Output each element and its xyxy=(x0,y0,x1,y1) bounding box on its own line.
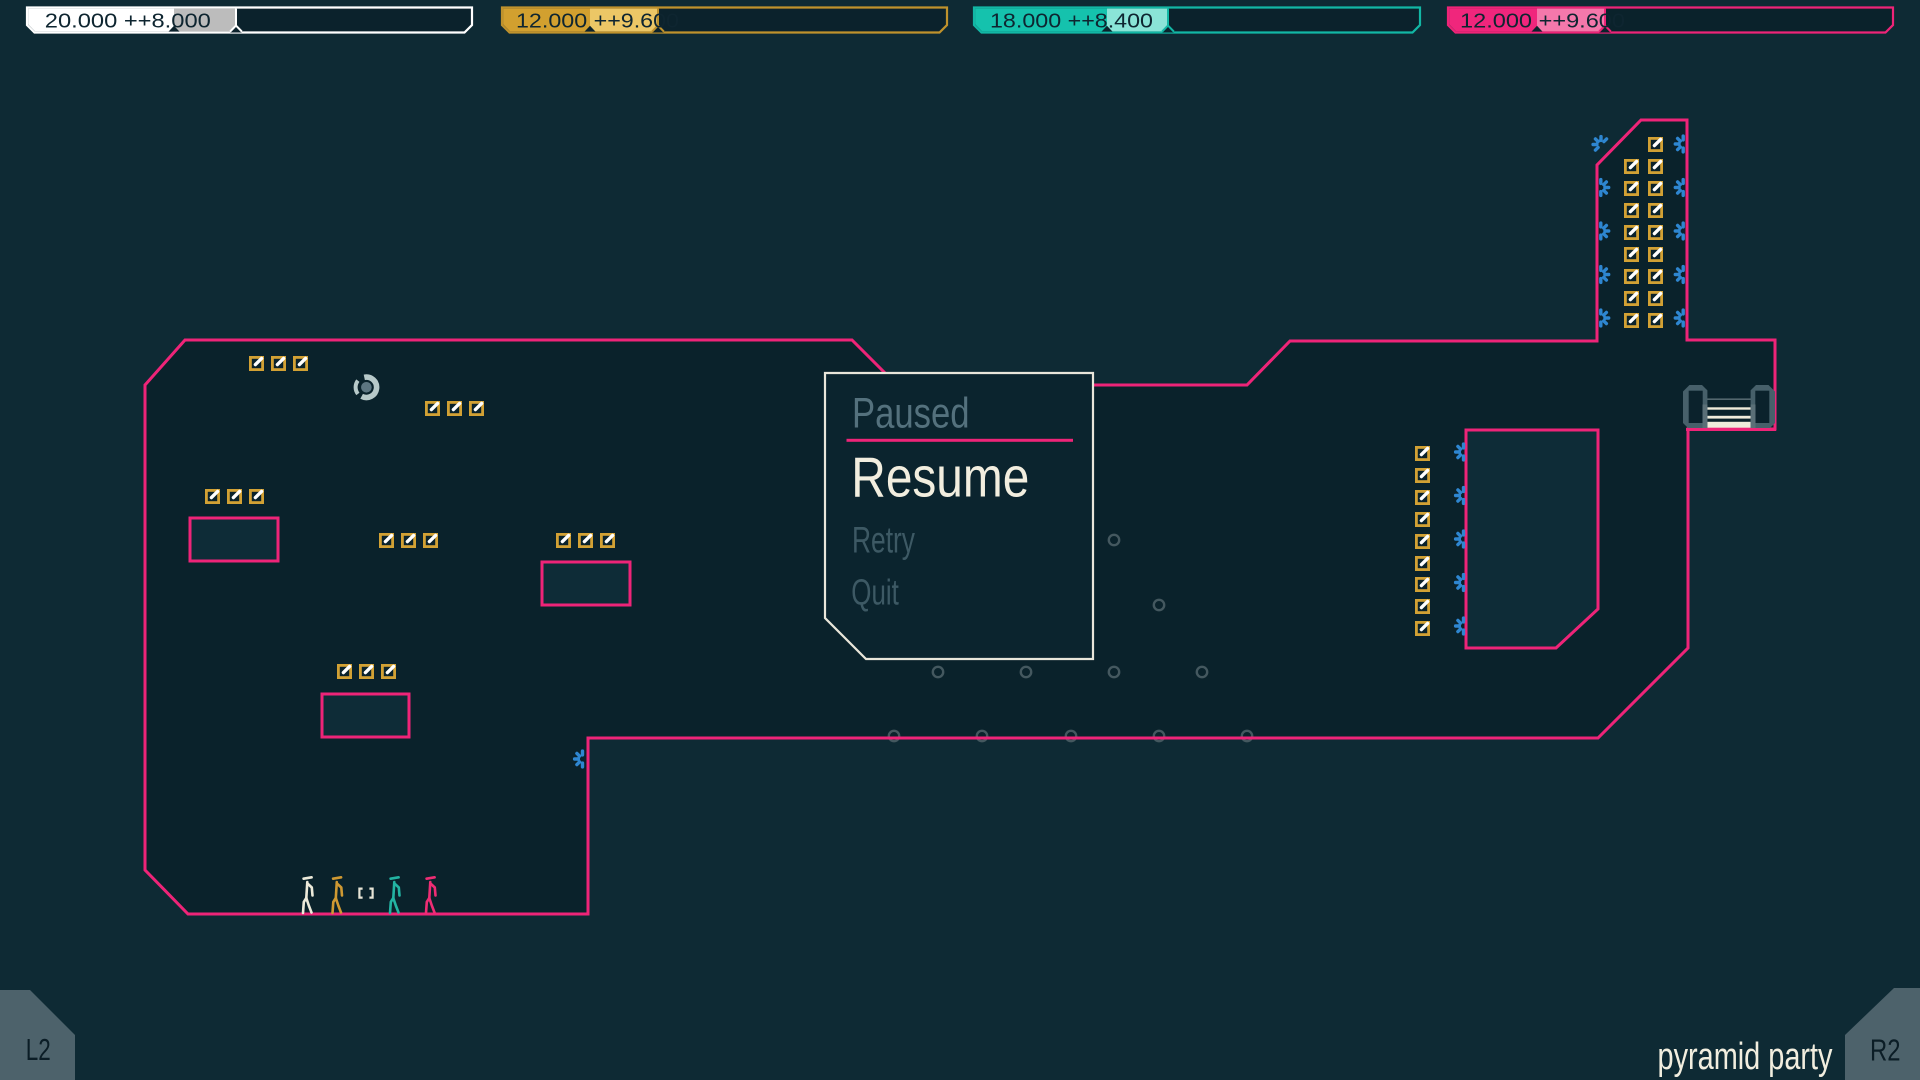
svg-text:Resume: Resume xyxy=(851,446,1029,509)
svg-text:Retry: Retry xyxy=(852,520,916,561)
svg-text:18.000 ++8.400: 18.000 ++8.400 xyxy=(990,10,1153,32)
svg-text:12.000 ++9.600: 12.000 ++9.600 xyxy=(1460,10,1625,32)
svg-text:L2: L2 xyxy=(26,1032,51,1067)
svg-text:12.000 ++9.600: 12.000 ++9.600 xyxy=(516,10,679,32)
svg-text:R2: R2 xyxy=(1870,1033,1901,1068)
svg-text:Paused: Paused xyxy=(852,389,970,437)
svg-text:20.000 ++8.000: 20.000 ++8.000 xyxy=(45,10,211,32)
svg-text:Quit: Quit xyxy=(851,572,899,612)
svg-text:pyramid party: pyramid party xyxy=(1658,1036,1833,1078)
